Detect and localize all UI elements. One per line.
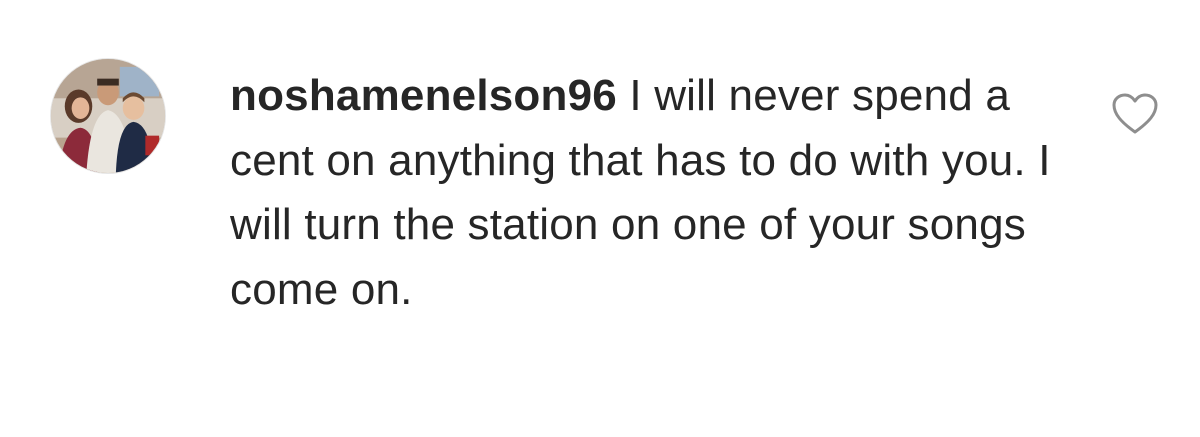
comment-username[interactable]: noshamenelson96	[230, 71, 617, 120]
heart-outline-icon	[1112, 93, 1158, 134]
avatar-photo	[51, 59, 165, 173]
avatar[interactable]	[50, 58, 166, 174]
comment-text: noshamenelson96 I will never spend a cen…	[230, 64, 1060, 322]
comment-row: noshamenelson96 I will never spend a cen…	[0, 0, 1200, 437]
like-button[interactable]	[1110, 92, 1160, 136]
